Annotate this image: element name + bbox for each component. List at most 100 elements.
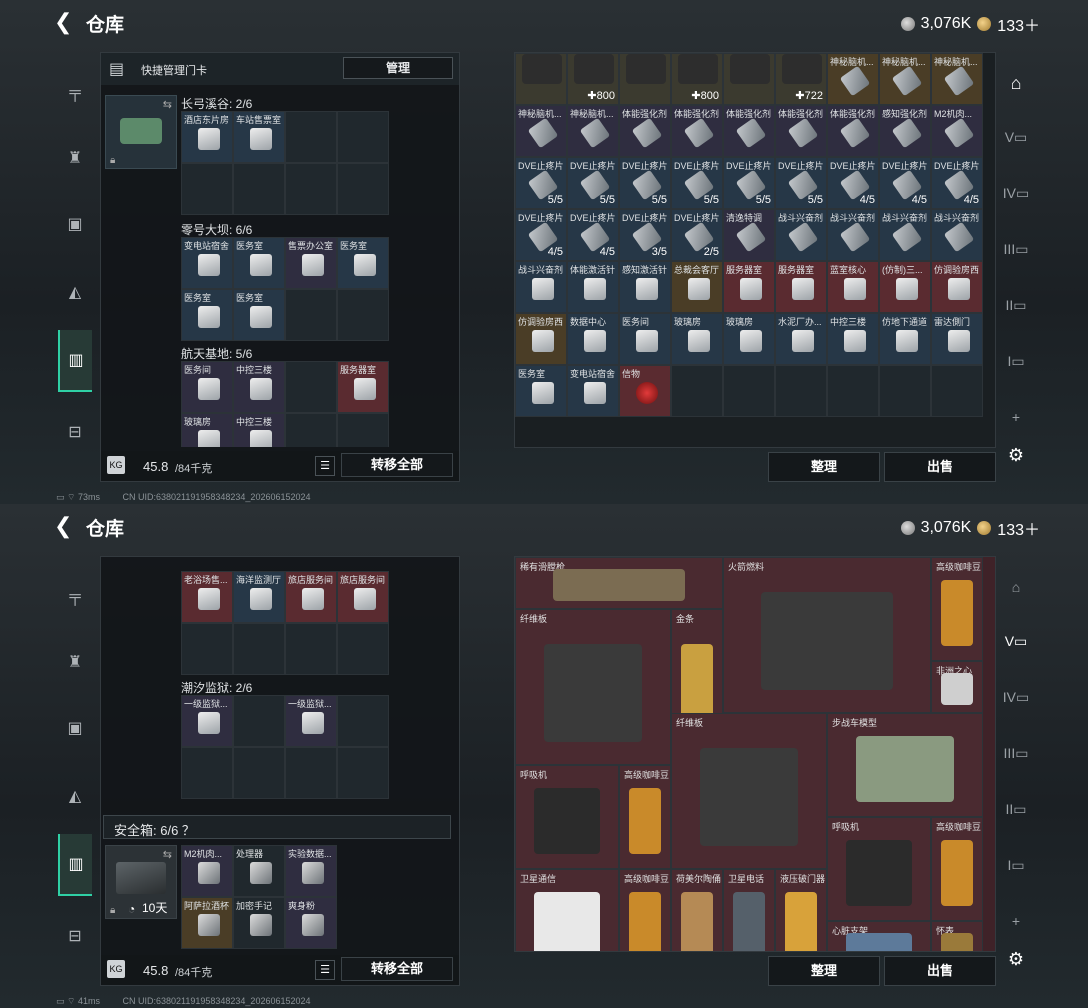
- stash-slot[interactable]: 玻璃房: [671, 313, 723, 365]
- stash-slot[interactable]: DVE止疼片 5/5: [567, 157, 619, 209]
- stash-item[interactable]: 卫星电话: [723, 869, 775, 951]
- stash-item[interactable]: 火箭燃料: [723, 557, 931, 713]
- stash-slot[interactable]: 神秘脑机...: [931, 53, 983, 105]
- transfer-all-button[interactable]: 转移全部: [341, 453, 453, 477]
- stash-item[interactable]: 液压破门器: [775, 869, 827, 951]
- stash-slot[interactable]: 仿地下通道: [879, 313, 931, 365]
- stash-slot[interactable]: [515, 53, 567, 105]
- stash-slot[interactable]: 感知强化剂: [879, 105, 931, 157]
- keycard-slot[interactable]: [285, 747, 337, 799]
- stash-slot[interactable]: DVE止疼片 4/5: [567, 209, 619, 261]
- stash-item[interactable]: 高级咖啡豆: [931, 557, 983, 661]
- back-arrow-icon[interactable]: ❮: [54, 11, 74, 33]
- stash-slot[interactable]: 战斗兴奋剂: [879, 209, 931, 261]
- keycard-slot[interactable]: [337, 747, 389, 799]
- stash-slot[interactable]: [619, 53, 671, 105]
- stash-slot[interactable]: 医务室: [515, 365, 567, 417]
- keycard-slot[interactable]: 医务室: [181, 289, 233, 341]
- stash-slot[interactable]: 战斗兴奋剂: [931, 209, 983, 261]
- stash-slot[interactable]: 仿调验房西: [515, 313, 567, 365]
- stash-slot[interactable]: 战斗兴奋剂: [827, 209, 879, 261]
- keycard-slot[interactable]: 车站售票室: [233, 111, 285, 163]
- stash-slot[interactable]: 数据中心: [567, 313, 619, 365]
- stash-tab-ii-icon[interactable]: II▭: [1002, 796, 1030, 822]
- keycard-slot[interactable]: [337, 163, 389, 215]
- keycard-slot[interactable]: [337, 695, 389, 747]
- stash-slot[interactable]: 神秘脑机...: [827, 53, 879, 105]
- stash-tab-ii-icon[interactable]: II▭: [1002, 292, 1030, 318]
- stash-item[interactable]: 呼吸机: [515, 765, 619, 869]
- nav-case-icon[interactable]: ⊟: [60, 924, 90, 950]
- stash-slot[interactable]: 体能强化剂: [671, 105, 723, 157]
- stash-tab-iv-icon[interactable]: IV▭: [1002, 684, 1030, 710]
- stash-slot[interactable]: [827, 365, 879, 417]
- stash-tab-i-icon[interactable]: I▭: [1002, 852, 1030, 878]
- keycard-slot[interactable]: 医务室: [337, 237, 389, 289]
- stash-slot[interactable]: [879, 365, 931, 417]
- keycard-slot[interactable]: [181, 623, 233, 675]
- stash-slot[interactable]: 中控三楼: [827, 313, 879, 365]
- nav-weapon-icon[interactable]: ╤: [60, 584, 90, 610]
- keycard-slot[interactable]: 变电站宿舍: [181, 237, 233, 289]
- stash-slot[interactable]: DVE止疼片 3/5: [619, 209, 671, 261]
- keycard-slot[interactable]: [181, 747, 233, 799]
- stash-tab-v-icon[interactable]: V▭: [1002, 628, 1030, 654]
- stash-slot[interactable]: DVE止疼片 4/5: [827, 157, 879, 209]
- stash-slot[interactable]: DVE止疼片 4/5: [879, 157, 931, 209]
- stash-tab-v-icon[interactable]: V▭: [1002, 124, 1030, 150]
- keycard-slot[interactable]: [285, 289, 337, 341]
- keycard-slot[interactable]: 旅店服务间: [337, 571, 389, 623]
- nav-vest-icon[interactable]: ▣: [60, 716, 90, 742]
- stash-slot[interactable]: 医务间: [619, 313, 671, 365]
- nav-keycard-icon[interactable]: ▥: [58, 834, 92, 896]
- stash-home-icon[interactable]: ⌂: [1002, 70, 1030, 96]
- stash-slot[interactable]: DVE止疼片 5/5: [775, 157, 827, 209]
- stash-slot[interactable]: 体能强化剂: [619, 105, 671, 157]
- list-icon[interactable]: ☰: [315, 456, 335, 476]
- keycard-slot[interactable]: 中控三楼: [233, 361, 285, 413]
- stash-tab-iii-icon[interactable]: III▭: [1002, 740, 1030, 766]
- stash-item[interactable]: 步战车模型: [827, 713, 983, 817]
- settings-gear-icon[interactable]: ⚙: [1002, 442, 1030, 468]
- stash-item[interactable]: 心脏支架: [827, 921, 931, 951]
- stash-slot[interactable]: 神秘脑机...: [567, 105, 619, 157]
- keycard-slot[interactable]: [337, 111, 389, 163]
- keycard-slot[interactable]: 中控三楼: [233, 413, 285, 447]
- keycard-slot[interactable]: 旅店服务间: [285, 571, 337, 623]
- keycard-slot[interactable]: [233, 623, 285, 675]
- stash-slot[interactable]: 体能强化剂: [723, 105, 775, 157]
- stash-slot[interactable]: 清逸特调: [723, 209, 775, 261]
- keycard-slot[interactable]: [285, 623, 337, 675]
- stash-item[interactable]: 怀表: [931, 921, 983, 951]
- back-arrow-icon[interactable]: ❮: [54, 515, 74, 537]
- stash-slot[interactable]: ✚800: [567, 53, 619, 105]
- stash-tab-iv-icon[interactable]: IV▭: [1002, 180, 1030, 206]
- stash-slot[interactable]: DVE止疼片 2/5: [671, 209, 723, 261]
- stash-item[interactable]: 呼吸机: [827, 817, 931, 921]
- keycard-slot[interactable]: 医务室: [233, 237, 285, 289]
- transfer-all-button[interactable]: 转移全部: [341, 957, 453, 981]
- add-tab-icon[interactable]: +: [1002, 404, 1030, 430]
- keycard-slot[interactable]: 玻璃房: [181, 413, 233, 447]
- stash-slot[interactable]: DVE止疼片 5/5: [619, 157, 671, 209]
- nav-vest-icon[interactable]: ▣: [60, 212, 90, 238]
- nav-armor-icon[interactable]: ♜: [60, 650, 90, 676]
- safe-slot[interactable]: 爽身粉: [285, 897, 337, 949]
- stash-slot[interactable]: 体能强化剂: [775, 105, 827, 157]
- sort-button[interactable]: 整理: [768, 452, 880, 482]
- stash-slot[interactable]: 感知激活针: [619, 261, 671, 313]
- stash-slot[interactable]: DVE止疼片 5/5: [515, 157, 567, 209]
- safe-slot[interactable]: 阿萨拉酒杯: [181, 897, 233, 949]
- stash-slot[interactable]: ✚800: [671, 53, 723, 105]
- stash-slot[interactable]: 体能激活针: [567, 261, 619, 313]
- stash-home-icon[interactable]: ⌂: [1002, 574, 1030, 600]
- stash-slot[interactable]: 战斗兴奋剂: [775, 209, 827, 261]
- keycard-slot[interactable]: [233, 747, 285, 799]
- stash-slot[interactable]: 神秘脑机...: [515, 105, 567, 157]
- stash-slot[interactable]: [775, 365, 827, 417]
- nav-weapon-icon[interactable]: ╤: [60, 80, 90, 106]
- keycard-slot[interactable]: [233, 163, 285, 215]
- stash-slot[interactable]: DVE止疼片 4/5: [931, 157, 983, 209]
- keycard-slot[interactable]: 海洋监测厅: [233, 571, 285, 623]
- stash-slot[interactable]: 神秘脑机...: [879, 53, 931, 105]
